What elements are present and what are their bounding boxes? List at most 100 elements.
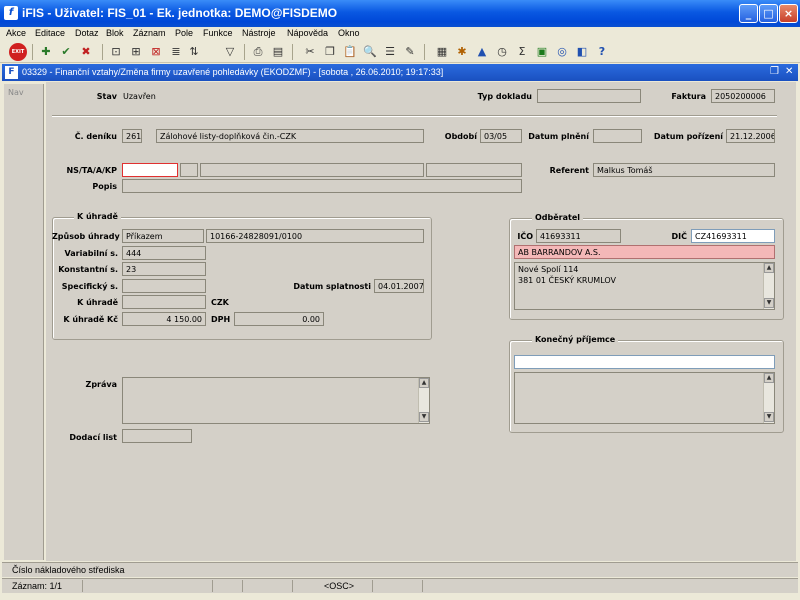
menu-dotaz[interactable]: Dotaz xyxy=(75,28,99,38)
search-icon[interactable]: 🔍 xyxy=(362,44,378,60)
cislo-deniku-field[interactable]: 261 xyxy=(122,129,142,143)
datum-porizeni-label: Datum pořízení xyxy=(653,132,723,141)
konecny-scrollbar[interactable]: ▲ ▼ xyxy=(763,373,774,423)
dic-field[interactable]: CZ41693311 xyxy=(691,229,775,243)
odberatel-name-field[interactable]: AB BARRANDOV A.S. xyxy=(514,245,775,259)
ta-field[interactable] xyxy=(180,163,198,177)
k-uhrade-field[interactable] xyxy=(122,295,206,309)
account-field[interactable]: 10166-24828091/0100 xyxy=(206,229,424,243)
typ-dokladu-field[interactable] xyxy=(537,89,641,103)
a-field[interactable] xyxy=(200,163,424,177)
datum-plneni-field[interactable] xyxy=(593,129,642,143)
scroll-up-icon[interactable]: ▲ xyxy=(764,373,774,383)
preview-icon[interactable]: ▤ xyxy=(270,44,286,60)
scroll-down-icon[interactable]: ▼ xyxy=(419,412,429,422)
faktura-label: Faktura xyxy=(671,92,706,101)
paste-icon[interactable]: 📋 xyxy=(342,44,358,60)
dic-label: DIČ xyxy=(671,232,688,241)
window-icon[interactable]: ◧ xyxy=(574,44,590,60)
excel-icon[interactable]: ▣ xyxy=(534,44,550,60)
form-title: 03329 - Finanční vztahy/Změna firmy uzav… xyxy=(22,67,444,77)
konstantni-field[interactable]: 23 xyxy=(122,262,206,276)
settings-icon[interactable]: ✱ xyxy=(454,44,470,60)
toolbar: EXIT ✚ ✔ ✖ ⊡ ⊞ ⊠ ≣ ⇅ ▽ ⎙ ▤ ✂ ❐ 📋 🔍 ☰ ✎ ▦… xyxy=(0,41,800,63)
nav-label[interactable]: Nav xyxy=(8,88,24,97)
close-button[interactable]: × xyxy=(779,4,798,23)
menu-editace[interactable]: Editace xyxy=(35,28,65,38)
restore-icon[interactable]: ❐ xyxy=(770,66,779,77)
stav-label: Stav xyxy=(96,92,117,101)
obdobi-field[interactable]: 03/05 xyxy=(480,129,522,143)
konecny-address-field[interactable] xyxy=(514,372,775,424)
scroll-down-icon[interactable]: ▼ xyxy=(764,298,774,308)
help-icon[interactable]: ? xyxy=(594,44,610,60)
zprava-field[interactable] xyxy=(122,377,430,424)
ico-label: IČO xyxy=(517,232,533,241)
scroll-up-icon[interactable]: ▲ xyxy=(764,263,774,273)
kp-field[interactable] xyxy=(426,163,522,177)
dodaci-list-label: Dodací list xyxy=(69,433,117,442)
menu-okno[interactable]: Okno xyxy=(338,28,360,38)
ns-field[interactable] xyxy=(122,163,178,177)
dph-field[interactable]: 0.00 xyxy=(234,312,324,326)
execute-query-icon[interactable]: ⊞ xyxy=(128,44,144,60)
menu-nastroje[interactable]: Nástroje xyxy=(242,28,276,38)
menu-funkce[interactable]: Funkce xyxy=(203,28,233,38)
odberatel-address-field[interactable]: Nové Spolí 114 381 01 ČESKÝ KRUMLOV xyxy=(514,262,775,310)
variabilni-field[interactable]: 444 xyxy=(122,246,206,260)
variabilni-label: Variabilní s. xyxy=(64,249,118,258)
datum-splatnosti-label: Datum splatnosti xyxy=(293,282,371,291)
exit-icon[interactable]: EXIT xyxy=(9,43,27,61)
datum-splatnosti-field[interactable]: 04.01.2007 xyxy=(374,279,424,293)
popis-field[interactable] xyxy=(122,179,522,193)
ico-field[interactable]: 41693311 xyxy=(536,229,621,243)
sum-icon[interactable]: Σ xyxy=(514,44,530,60)
add-record-icon[interactable]: ✚ xyxy=(38,44,54,60)
triangle-icon[interactable]: ▲ xyxy=(474,44,490,60)
konstantni-label: Konstantní s. xyxy=(58,265,118,274)
record-counter: Záznam: 1/1 xyxy=(12,581,63,591)
count-icon[interactable]: ≣ xyxy=(168,44,184,60)
filter-icon[interactable]: ▽ xyxy=(222,44,238,60)
address-scrollbar[interactable]: ▲ ▼ xyxy=(763,263,774,309)
scroll-down-icon[interactable]: ▼ xyxy=(764,412,774,422)
window-title: iFIS - Uživatel: FIS_01 - Ek. jednotka: … xyxy=(22,6,338,20)
menu-akce[interactable]: Akce xyxy=(6,28,26,38)
save-icon[interactable]: ✔ xyxy=(58,44,74,60)
menu-blok[interactable]: Blok xyxy=(106,28,124,38)
sort-icon[interactable]: ⇅ xyxy=(186,44,202,60)
clock-icon[interactable]: ◷ xyxy=(494,44,510,60)
faktura-field[interactable]: 2050200006 xyxy=(711,89,775,103)
maximize-button[interactable]: □ xyxy=(759,4,778,23)
zprava-scrollbar[interactable]: ▲ ▼ xyxy=(418,378,429,423)
edit-icon[interactable]: ✎ xyxy=(402,44,418,60)
query-icon[interactable]: ⊡ xyxy=(108,44,124,60)
zpusob-uhrady-field[interactable]: Příkazem xyxy=(122,229,204,243)
menu-napoveda[interactable]: Nápověda xyxy=(287,28,328,38)
minimize-button[interactable]: _ xyxy=(739,4,758,23)
k-uhrade-kc-field[interactable]: 4 150.00 xyxy=(122,312,206,326)
list-icon[interactable]: ☰ xyxy=(382,44,398,60)
copy-icon[interactable]: ❐ xyxy=(322,44,338,60)
scroll-up-icon[interactable]: ▲ xyxy=(419,378,429,388)
referent-field[interactable]: Malkus Tomáš xyxy=(593,163,775,177)
dodaci-list-field[interactable] xyxy=(122,429,192,443)
title-bar: f iFIS - Uživatel: FIS_01 - Ek. jednotka… xyxy=(0,0,800,27)
denik-name-field[interactable]: Zálohové listy-doplňková čin.-CZK xyxy=(156,129,424,143)
popis-label: Popis xyxy=(92,182,117,191)
konecny-name-field[interactable] xyxy=(514,355,775,369)
menu-pole[interactable]: Pole xyxy=(175,28,193,38)
calculator-icon[interactable]: ▦ xyxy=(434,44,450,60)
specificky-field[interactable] xyxy=(122,279,206,293)
specificky-label: Specifický s. xyxy=(61,282,118,291)
browser-icon[interactable]: ◎ xyxy=(554,44,570,60)
nav-panel[interactable]: Nav xyxy=(4,84,44,560)
menu-zaznam[interactable]: Záznam xyxy=(133,28,166,38)
delete-record-icon[interactable]: ✖ xyxy=(78,44,94,60)
ns-label: NS/TA/A/KP xyxy=(66,166,117,175)
cut-icon[interactable]: ✂ xyxy=(302,44,318,60)
form-close-icon[interactable]: ✕ xyxy=(785,66,793,77)
print-icon[interactable]: ⎙ xyxy=(250,44,266,60)
cancel-query-icon[interactable]: ⊠ xyxy=(148,44,164,60)
datum-porizeni-field[interactable]: 21.12.2006 xyxy=(726,129,775,143)
